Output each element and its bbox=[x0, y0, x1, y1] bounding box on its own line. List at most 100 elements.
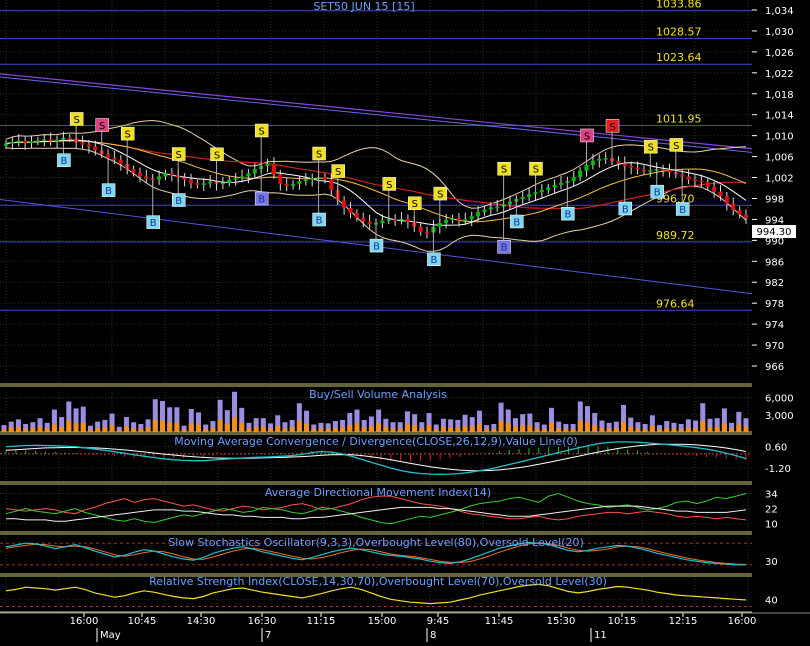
buy-signal-label: B bbox=[679, 205, 686, 216]
volume-sell-bar bbox=[448, 427, 454, 432]
volume-sell-bar bbox=[59, 426, 65, 432]
volume-sell-bar bbox=[743, 426, 749, 432]
candle-body bbox=[418, 226, 423, 232]
volume-sell-bar bbox=[455, 427, 461, 432]
candle-body bbox=[265, 163, 270, 167]
price-tick-label: 1,018 bbox=[765, 90, 794, 101]
candle-body bbox=[456, 218, 461, 221]
sell-signal-label: S bbox=[125, 130, 131, 141]
candle-body bbox=[495, 206, 500, 209]
candle-body bbox=[648, 170, 653, 172]
volume-sell-bar bbox=[534, 428, 540, 432]
volume-sell-bar bbox=[167, 422, 173, 432]
candle-body bbox=[533, 192, 538, 195]
volume-sell-bar bbox=[289, 427, 295, 432]
volume-sell-bar bbox=[239, 422, 245, 432]
volume-sell-bar bbox=[296, 421, 302, 432]
candle-body bbox=[680, 174, 685, 177]
level-label: 976.64 bbox=[656, 297, 695, 310]
macd-tick-label: -1.20 bbox=[765, 464, 791, 475]
volume-sell-bar bbox=[577, 420, 583, 432]
candle-body bbox=[425, 231, 430, 234]
sell-signal-label: S bbox=[673, 141, 679, 152]
level-label: 1011.95 bbox=[656, 112, 702, 125]
volume-sell-bar bbox=[131, 428, 137, 432]
price-tick-label: 1,006 bbox=[765, 153, 794, 164]
volume-sell-bar bbox=[397, 428, 403, 432]
volume-sell-bar bbox=[649, 425, 655, 432]
volume-sell-bar bbox=[332, 427, 338, 432]
volume-sell-bar bbox=[23, 429, 29, 432]
volume-sell-bar bbox=[628, 426, 634, 432]
volume-sell-bar bbox=[282, 428, 288, 432]
stochastic-axis: 30 bbox=[765, 557, 778, 568]
stochastic-title: Slow Stochastics Oscillator(9,3,3),Overb… bbox=[168, 536, 584, 549]
volume-sell-bar bbox=[412, 425, 418, 432]
volume-sell-bar bbox=[145, 427, 151, 432]
volume-sell-bar bbox=[563, 429, 569, 432]
price-tick-label: 1,022 bbox=[765, 69, 794, 80]
candle-body bbox=[233, 178, 238, 180]
volume-sell-bar bbox=[174, 422, 180, 432]
price-tick-label: 978 bbox=[765, 299, 784, 310]
volume-sell-bar bbox=[51, 424, 57, 432]
sell-signal-label: S bbox=[609, 122, 615, 133]
candle-body bbox=[310, 178, 315, 180]
volume-sell-bar bbox=[541, 429, 547, 432]
candle-body bbox=[35, 140, 40, 142]
volume-sell-bar bbox=[376, 423, 382, 432]
date-label: 7 bbox=[265, 630, 271, 641]
time-tick-label: 10:45 bbox=[128, 616, 157, 627]
candle-body bbox=[616, 161, 621, 164]
volume-sell-bar bbox=[606, 428, 612, 432]
volume-sell-bar bbox=[512, 426, 518, 432]
volume-sell-bar bbox=[80, 422, 86, 432]
volume-sell-bar bbox=[585, 422, 591, 432]
candle-body bbox=[559, 182, 563, 185]
candle-body bbox=[80, 142, 85, 145]
candle-body bbox=[635, 167, 640, 170]
volume-sell-bar bbox=[390, 428, 396, 432]
level-label: 1033.86 bbox=[656, 0, 702, 11]
buy-signal-label: B bbox=[175, 196, 182, 207]
candle-body bbox=[4, 143, 8, 146]
sell-signal-label: S bbox=[99, 121, 105, 132]
time-tick-label: 16:00 bbox=[728, 616, 757, 627]
volume-sell-bar bbox=[613, 427, 619, 432]
price-tick-label: 1,014 bbox=[765, 111, 794, 122]
adx-tick-label: 34 bbox=[765, 490, 778, 501]
volume-sell-bar bbox=[123, 426, 129, 432]
candle-body bbox=[686, 176, 691, 180]
volume-sell-bar bbox=[354, 423, 360, 432]
sell-signal-label: S bbox=[412, 199, 418, 210]
time-tick-label: 16:00 bbox=[70, 616, 99, 627]
adx-tick-label: 22 bbox=[765, 505, 778, 516]
price-tick-label: 982 bbox=[765, 278, 784, 289]
sell-signal-label: S bbox=[73, 115, 79, 126]
candle-body bbox=[527, 194, 532, 197]
candle-body bbox=[629, 166, 634, 168]
candle-body bbox=[718, 191, 723, 197]
candle-body bbox=[603, 158, 608, 160]
candle-body bbox=[437, 223, 442, 227]
candle-body bbox=[590, 160, 595, 165]
candle-body bbox=[584, 164, 589, 171]
volume-sell-bar bbox=[361, 427, 367, 432]
adx-axis: 34 22 10 bbox=[765, 490, 778, 531]
volume-tick-label: 3,000 bbox=[765, 411, 794, 422]
time-tick-label: 11:15 bbox=[307, 616, 336, 627]
volume-sell-bar bbox=[311, 429, 317, 432]
buy-signal-label: B bbox=[60, 156, 67, 167]
sell-signal-label: S bbox=[386, 180, 392, 191]
rsi-axis: 40 bbox=[765, 595, 778, 606]
last-price-label: 994.30 bbox=[757, 227, 792, 238]
candle-body bbox=[386, 219, 391, 221]
volume-sell-bar bbox=[729, 428, 735, 432]
time-tick-label: 9:45 bbox=[427, 616, 449, 627]
candle-body bbox=[284, 183, 289, 186]
candle-body bbox=[220, 182, 225, 185]
volume-title: Buy/Sell Volume Analysis bbox=[309, 388, 447, 401]
volume-sell-bar bbox=[693, 427, 699, 432]
volume-sell-bar bbox=[556, 427, 562, 432]
time-tick-label: 10:15 bbox=[608, 616, 637, 627]
